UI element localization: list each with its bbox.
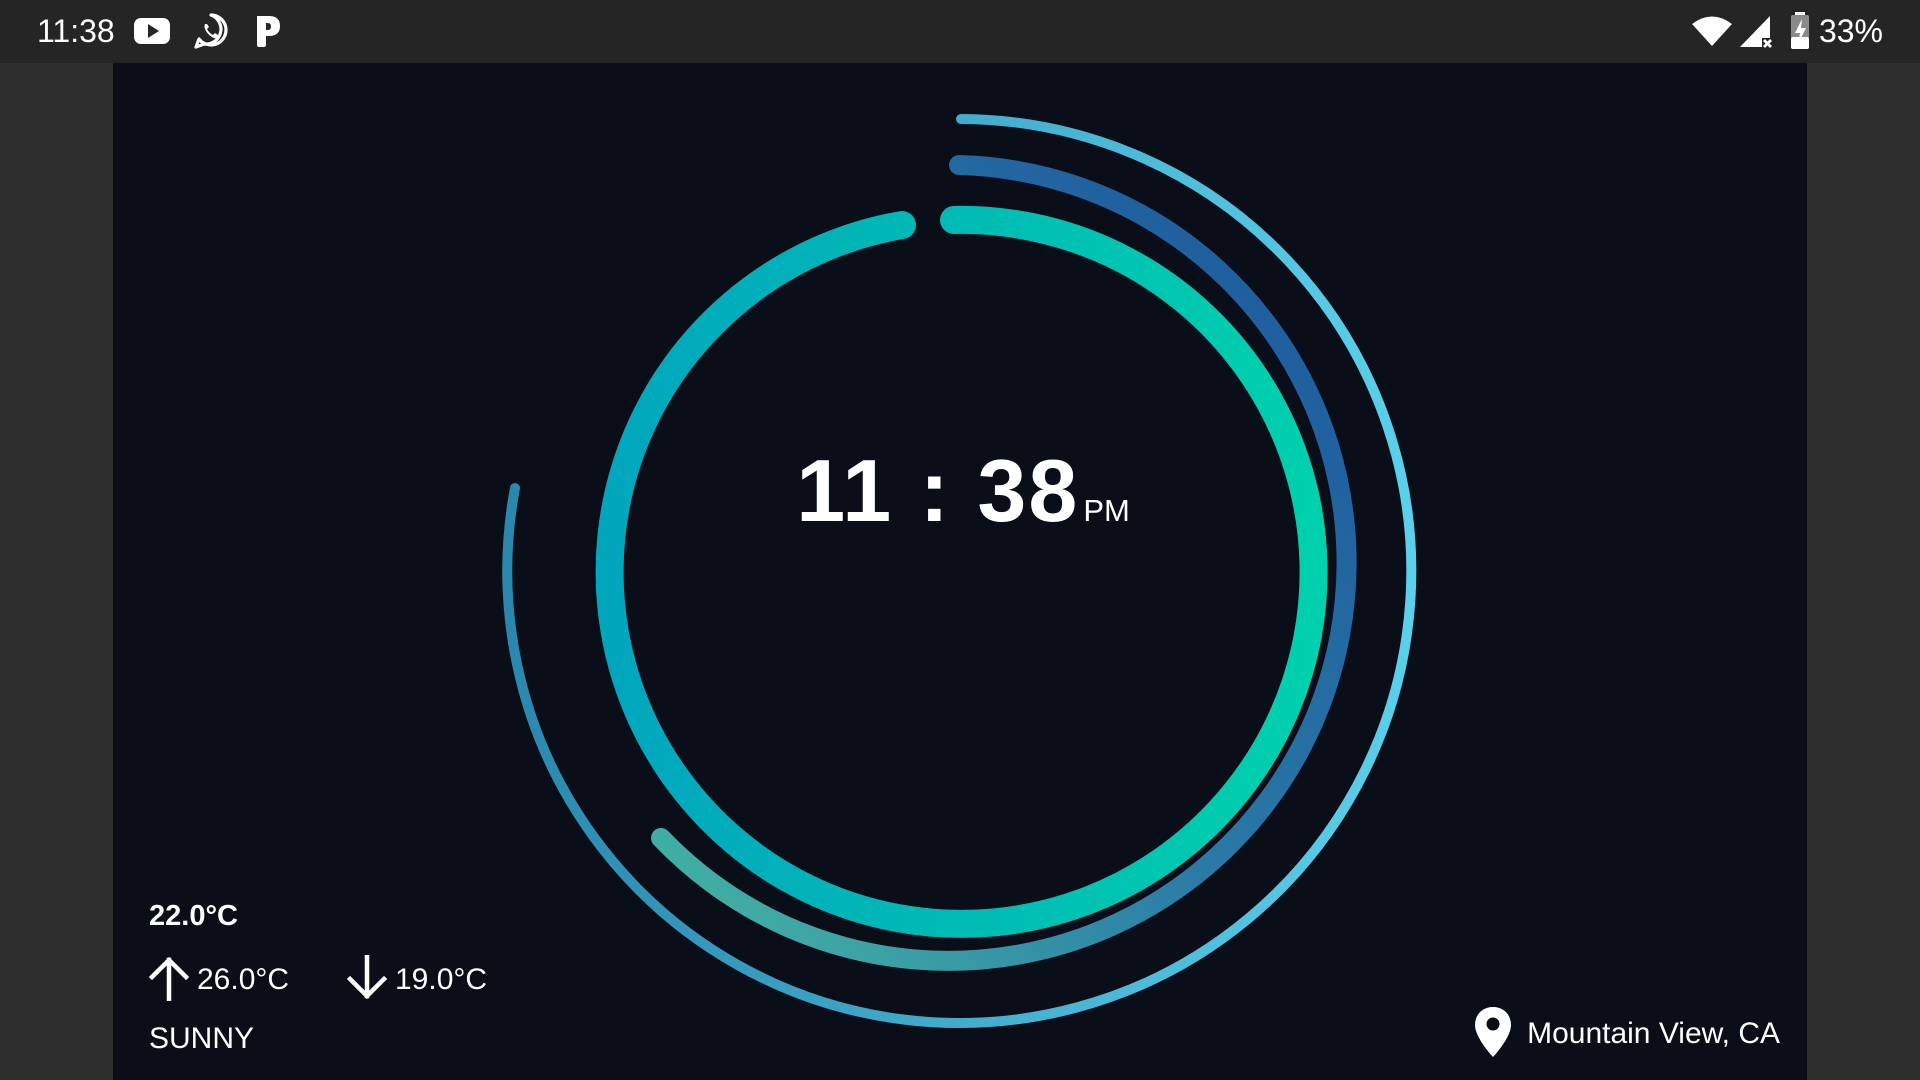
low-temperature: 19.0°C bbox=[345, 954, 488, 1006]
high-temperature-value: 26.0°C bbox=[197, 963, 290, 996]
weather-condition: SUNNY bbox=[149, 1022, 255, 1055]
high-temperature: 26.0°C bbox=[147, 955, 289, 1005]
clock-display: 11 : 38 PM bbox=[0, 440, 1920, 640]
clock-time: 11 : 38 bbox=[796, 441, 1080, 540]
screen: 11:38 33% 11: 38 PM 22.0°C 26.0°C 19.0°… bbox=[0, 0, 1920, 1080]
current-temperature: 22.0°C bbox=[149, 900, 238, 932]
location-name: Mountain View, CA bbox=[1527, 1017, 1780, 1050]
location-pin-icon bbox=[1473, 1005, 1513, 1064]
arrow-up-icon bbox=[147, 955, 191, 1006]
clock-ampm: PM bbox=[1083, 493, 1130, 528]
arrow-down-icon bbox=[345, 954, 389, 1006]
low-temperature-value: 19.0°C bbox=[395, 963, 488, 996]
location: Mountain View, CA bbox=[1473, 1006, 1780, 1062]
